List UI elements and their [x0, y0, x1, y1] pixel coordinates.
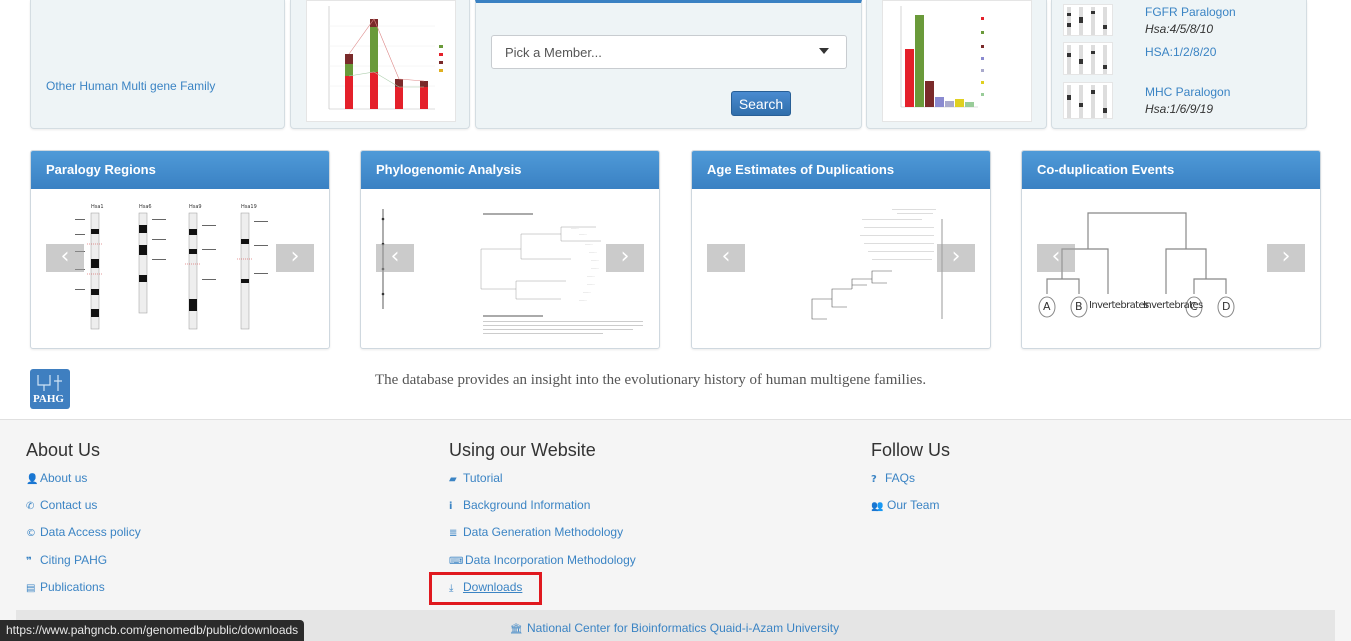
- data-access-policy-link[interactable]: © Data Access policy: [26, 525, 141, 539]
- tree-label-d: D: [1222, 300, 1231, 313]
- svg-text:Hsa6: Hsa6: [139, 204, 152, 210]
- family-card: Other Human Multi gene Family: [30, 0, 285, 129]
- svg-text:.......: .......: [571, 226, 579, 230]
- panel-title: Phylogenomic Analysis: [361, 151, 659, 189]
- svg-text:Hsa1: Hsa1: [91, 204, 104, 210]
- paralogon-thumb-3[interactable]: [1063, 82, 1113, 119]
- age-chart-card: [866, 0, 1047, 129]
- paralogy-regions-panel: Paralogy Regions Hsa1 Hsa6 Hsa9 Hsa19 ‹ ›: [30, 150, 330, 349]
- carousel-prev-arrow[interactable]: ‹: [1037, 244, 1075, 272]
- background-information-link[interactable]: i Background Information: [449, 498, 590, 512]
- paralogon-thumb-1[interactable]: [1063, 4, 1113, 36]
- citing-pahg-link[interactable]: ❞ Citing PAHG: [26, 553, 107, 567]
- svg-text:.......: .......: [579, 232, 587, 236]
- caret-down-icon: [819, 48, 829, 54]
- institution-link[interactable]: 🏛 National Center for Bioinformatics Quai…: [510, 621, 839, 635]
- panel-title: Age Estimates of Duplications: [692, 151, 990, 189]
- quote-icon: ❞: [26, 556, 32, 567]
- svg-text:.......: .......: [591, 266, 599, 270]
- paralogon-thumb-2[interactable]: [1063, 42, 1113, 75]
- svg-text:.......: .......: [579, 298, 587, 302]
- logo-text: PAHG: [33, 393, 64, 405]
- age-bar-chart-image: [882, 0, 1032, 122]
- pahg-logo[interactable]: PAHG: [30, 369, 70, 409]
- fgfr-paralogon-link[interactable]: FGFR Paralogon: [1145, 5, 1236, 19]
- user-icon: 👤: [26, 474, 39, 485]
- using-website-title: Using our Website: [449, 440, 596, 460]
- svg-text:.......: .......: [583, 290, 591, 294]
- carousel-next-arrow[interactable]: ›: [606, 244, 644, 272]
- data-generation-methodology-link[interactable]: ≣ Data Generation Methodology: [449, 525, 623, 539]
- copyright-icon: ©: [26, 528, 36, 539]
- downloads-highlight-box: [429, 572, 542, 605]
- search-button[interactable]: Search: [731, 91, 791, 116]
- fgfr-paralogon-hsa: Hsa:4/5/8/10: [1145, 22, 1214, 36]
- bar-chart-card: [290, 0, 470, 129]
- carousel-next-arrow[interactable]: ›: [276, 244, 314, 272]
- faqs-link[interactable]: ? FAQs: [871, 471, 915, 485]
- phylogenomic-image: ........................................…: [361, 189, 659, 348]
- member-select-value: Pick a Member...: [505, 45, 602, 60]
- mhc-paralogon-hsa: Hsa:1/6/9/19: [1145, 102, 1214, 116]
- follow-us-title: Follow Us: [871, 440, 951, 460]
- member-select[interactable]: Pick a Member...: [491, 35, 847, 69]
- newspaper-icon: ▤: [26, 583, 36, 594]
- svg-text:.......: .......: [585, 242, 593, 246]
- paralogy-regions-image: Hsa1 Hsa6 Hsa9 Hsa19 ‹ ›: [31, 189, 329, 348]
- users-icon: 👥: [871, 501, 884, 512]
- phylogenomic-analysis-panel: Phylogenomic Analysis ..................…: [360, 150, 660, 349]
- panel-title: Co-duplication Events: [1022, 151, 1320, 189]
- svg-text:.......: .......: [589, 250, 597, 254]
- panel-title: Paralogy Regions: [31, 151, 329, 189]
- question-icon: ?: [871, 474, 877, 485]
- tree-label-a: A: [1043, 300, 1051, 313]
- carousel-next-arrow[interactable]: ›: [1267, 244, 1305, 272]
- phone-icon: ✆: [26, 501, 35, 512]
- data-incorporation-methodology-link[interactable]: ⌨ Data Incorporation Methodology: [449, 553, 636, 567]
- book-icon: ▰: [449, 474, 457, 485]
- carousel-prev-arrow[interactable]: ‹: [707, 244, 745, 272]
- search-card: Pick a Member... Search: [475, 0, 862, 129]
- our-team-link[interactable]: 👥 Our Team: [871, 498, 939, 512]
- tree-label-b: B: [1075, 300, 1083, 313]
- database-icon: ≣: [449, 528, 458, 539]
- tagline: The database provides an insight into th…: [375, 372, 927, 388]
- svg-text:Hsa9: Hsa9: [189, 204, 202, 210]
- about-us-link[interactable]: 👤 About us: [26, 471, 87, 485]
- status-bar-url: https://www.pahgncb.com/genomedb/public/…: [0, 620, 305, 641]
- publications-link[interactable]: ▤ Publications: [26, 580, 105, 594]
- svg-text:.......: .......: [587, 282, 595, 286]
- other-family-link[interactable]: Other Human Multi gene Family: [46, 79, 215, 93]
- coduplication-events-panel: Co-duplication Events A B Invertebrates …: [1021, 150, 1321, 349]
- svg-text:.......: .......: [587, 274, 595, 278]
- age-estimates-panel: Age Estimates of Duplications ‹ ›: [691, 150, 991, 349]
- info-icon: i: [449, 501, 453, 512]
- keyboard-icon: ⌨: [449, 556, 464, 567]
- hsa-1-2-8-20-link[interactable]: HSA:1/2/8/20: [1145, 45, 1216, 59]
- svg-text:Hsa19: Hsa19: [241, 204, 257, 210]
- coduplication-tree-image: A B Invertebrates Invertebrates C D ‹ ›: [1022, 189, 1320, 348]
- footer: About Us 👤 About us ✆ Contact us © Data Acc…: [0, 419, 1351, 641]
- mhc-paralogon-link[interactable]: MHC Paralogon: [1145, 85, 1230, 99]
- university-icon: 🏛: [510, 624, 523, 635]
- about-us-title: About Us: [26, 440, 101, 460]
- carousel-prev-arrow[interactable]: ‹: [376, 244, 414, 272]
- tree-label-invertebrates-1: Invertebrates: [1089, 300, 1149, 311]
- tutorial-link[interactable]: ▰ Tutorial: [449, 471, 503, 485]
- svg-text:.......: .......: [591, 258, 599, 262]
- paralogon-card: FGFR Paralogon Hsa:4/5/8/10 HSA:1/2/8/20…: [1051, 0, 1307, 129]
- contact-us-link[interactable]: ✆ Contact us: [26, 498, 97, 512]
- carousel-next-arrow[interactable]: ›: [937, 244, 975, 272]
- stacked-bar-chart-image: [306, 0, 456, 122]
- age-estimates-image: ‹ ›: [692, 189, 990, 348]
- carousel-prev-arrow[interactable]: ‹: [46, 244, 84, 272]
- tree-label-c: C: [1190, 300, 1198, 313]
